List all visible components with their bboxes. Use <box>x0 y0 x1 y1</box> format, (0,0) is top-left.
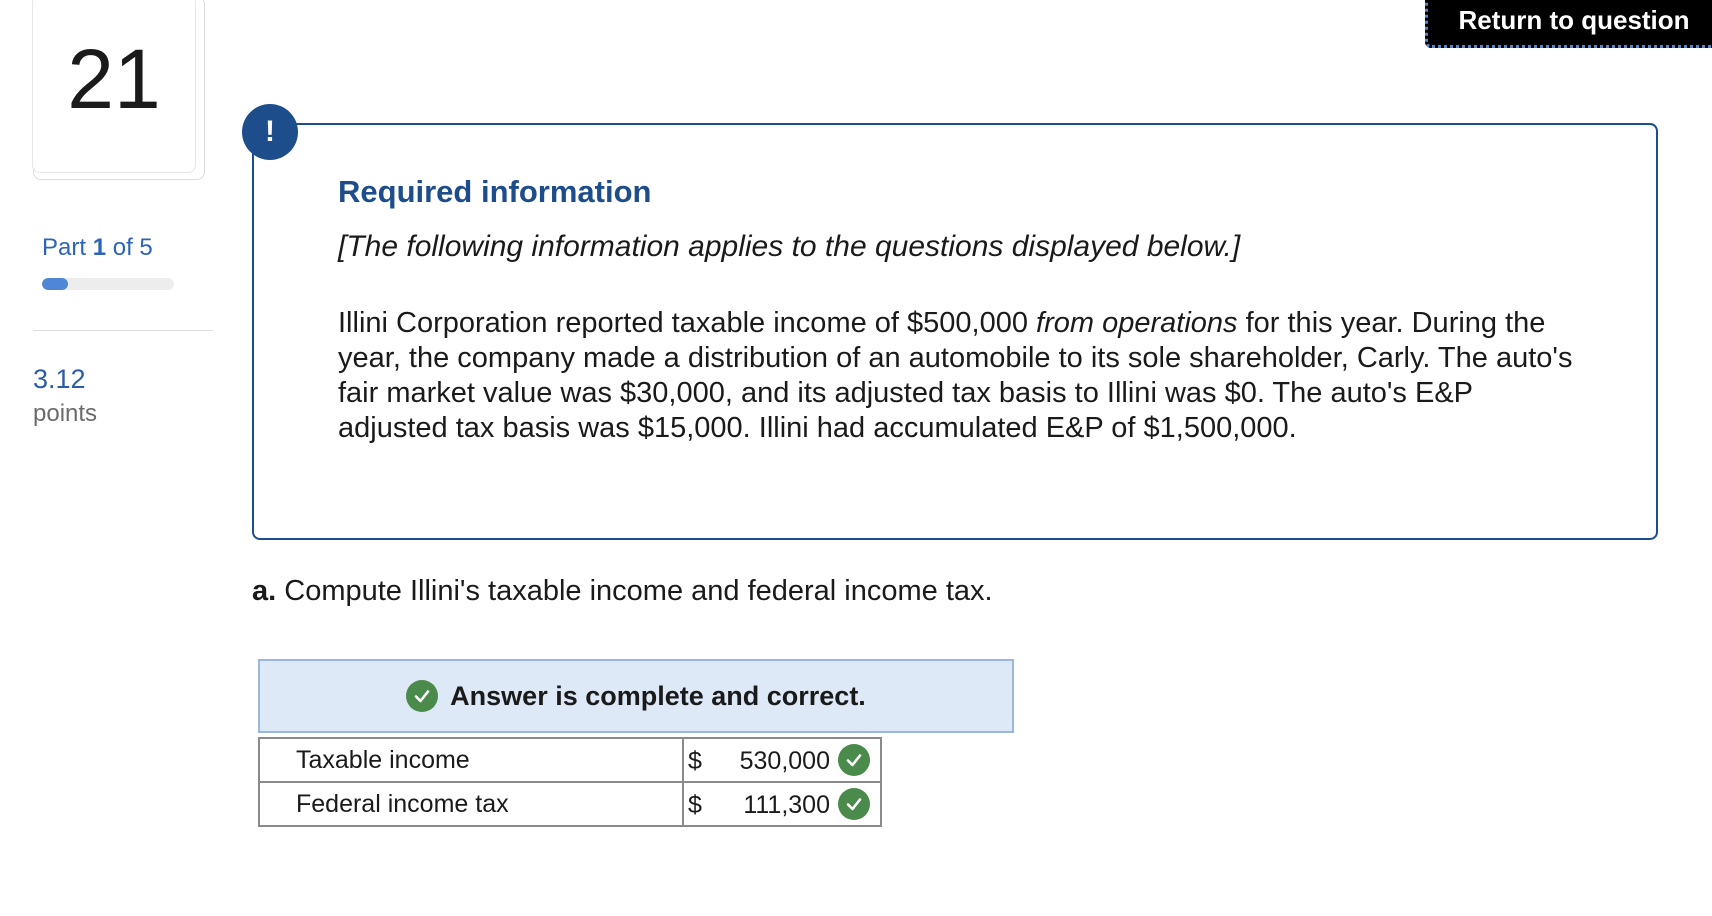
part-progress-fill <box>42 278 69 290</box>
part-of-total: of 5 <box>112 234 153 261</box>
part-progress-bar <box>42 278 174 290</box>
sidebar-divider <box>33 330 213 331</box>
correct-check-icon <box>838 788 870 820</box>
required-information-subtitle: [The following information applies to th… <box>338 230 1241 263</box>
table-row: Taxable income $ 530,000 <box>258 737 882 783</box>
answer-table: Taxable income $ 530,000 Federal income … <box>258 737 882 827</box>
part-indicator: Part 1 of 5 <box>42 234 153 262</box>
points-value: 3.12 <box>33 364 86 394</box>
row-label: Taxable income <box>258 737 684 783</box>
answer-amount: 111,300 <box>743 791 830 819</box>
question-label: a. <box>252 575 277 607</box>
part-prefix: Part <box>42 234 87 261</box>
return-to-question-button[interactable]: Return to question <box>1425 0 1712 48</box>
question-number-card: 21 <box>32 0 205 180</box>
answer-input-federal-income-tax[interactable]: $ 111,300 <box>682 781 882 827</box>
currency-symbol: $ <box>688 747 702 775</box>
answer-input-taxable-income[interactable]: $ 530,000 <box>682 737 882 783</box>
required-information-body: Illini Corporation reported taxable inco… <box>338 306 1588 446</box>
required-information-title: Required information <box>338 174 652 209</box>
body-text-1: Illini Corporation reported taxable inco… <box>338 307 1037 339</box>
currency-symbol: $ <box>688 791 702 819</box>
correct-check-icon <box>838 744 870 776</box>
answer-amount: 530,000 <box>739 747 830 775</box>
question-prompt: a. Compute Illini's taxable income and f… <box>252 575 993 608</box>
alert-icon: ! <box>242 104 298 160</box>
points-label: points <box>33 400 98 427</box>
question-number: 21 <box>67 32 161 126</box>
check-circle-icon <box>406 680 439 712</box>
table-row: Federal income tax $ 111,300 <box>258 781 882 827</box>
row-label: Federal income tax <box>258 781 684 827</box>
body-text-italic: from operations <box>1036 307 1238 339</box>
part-current: 1 <box>92 234 107 261</box>
answer-status-text: Answer is complete and correct. <box>450 680 866 711</box>
answer-status-banner: Answer is complete and correct. <box>258 659 1014 733</box>
question-text: Compute Illini's taxable income and fede… <box>276 575 993 607</box>
